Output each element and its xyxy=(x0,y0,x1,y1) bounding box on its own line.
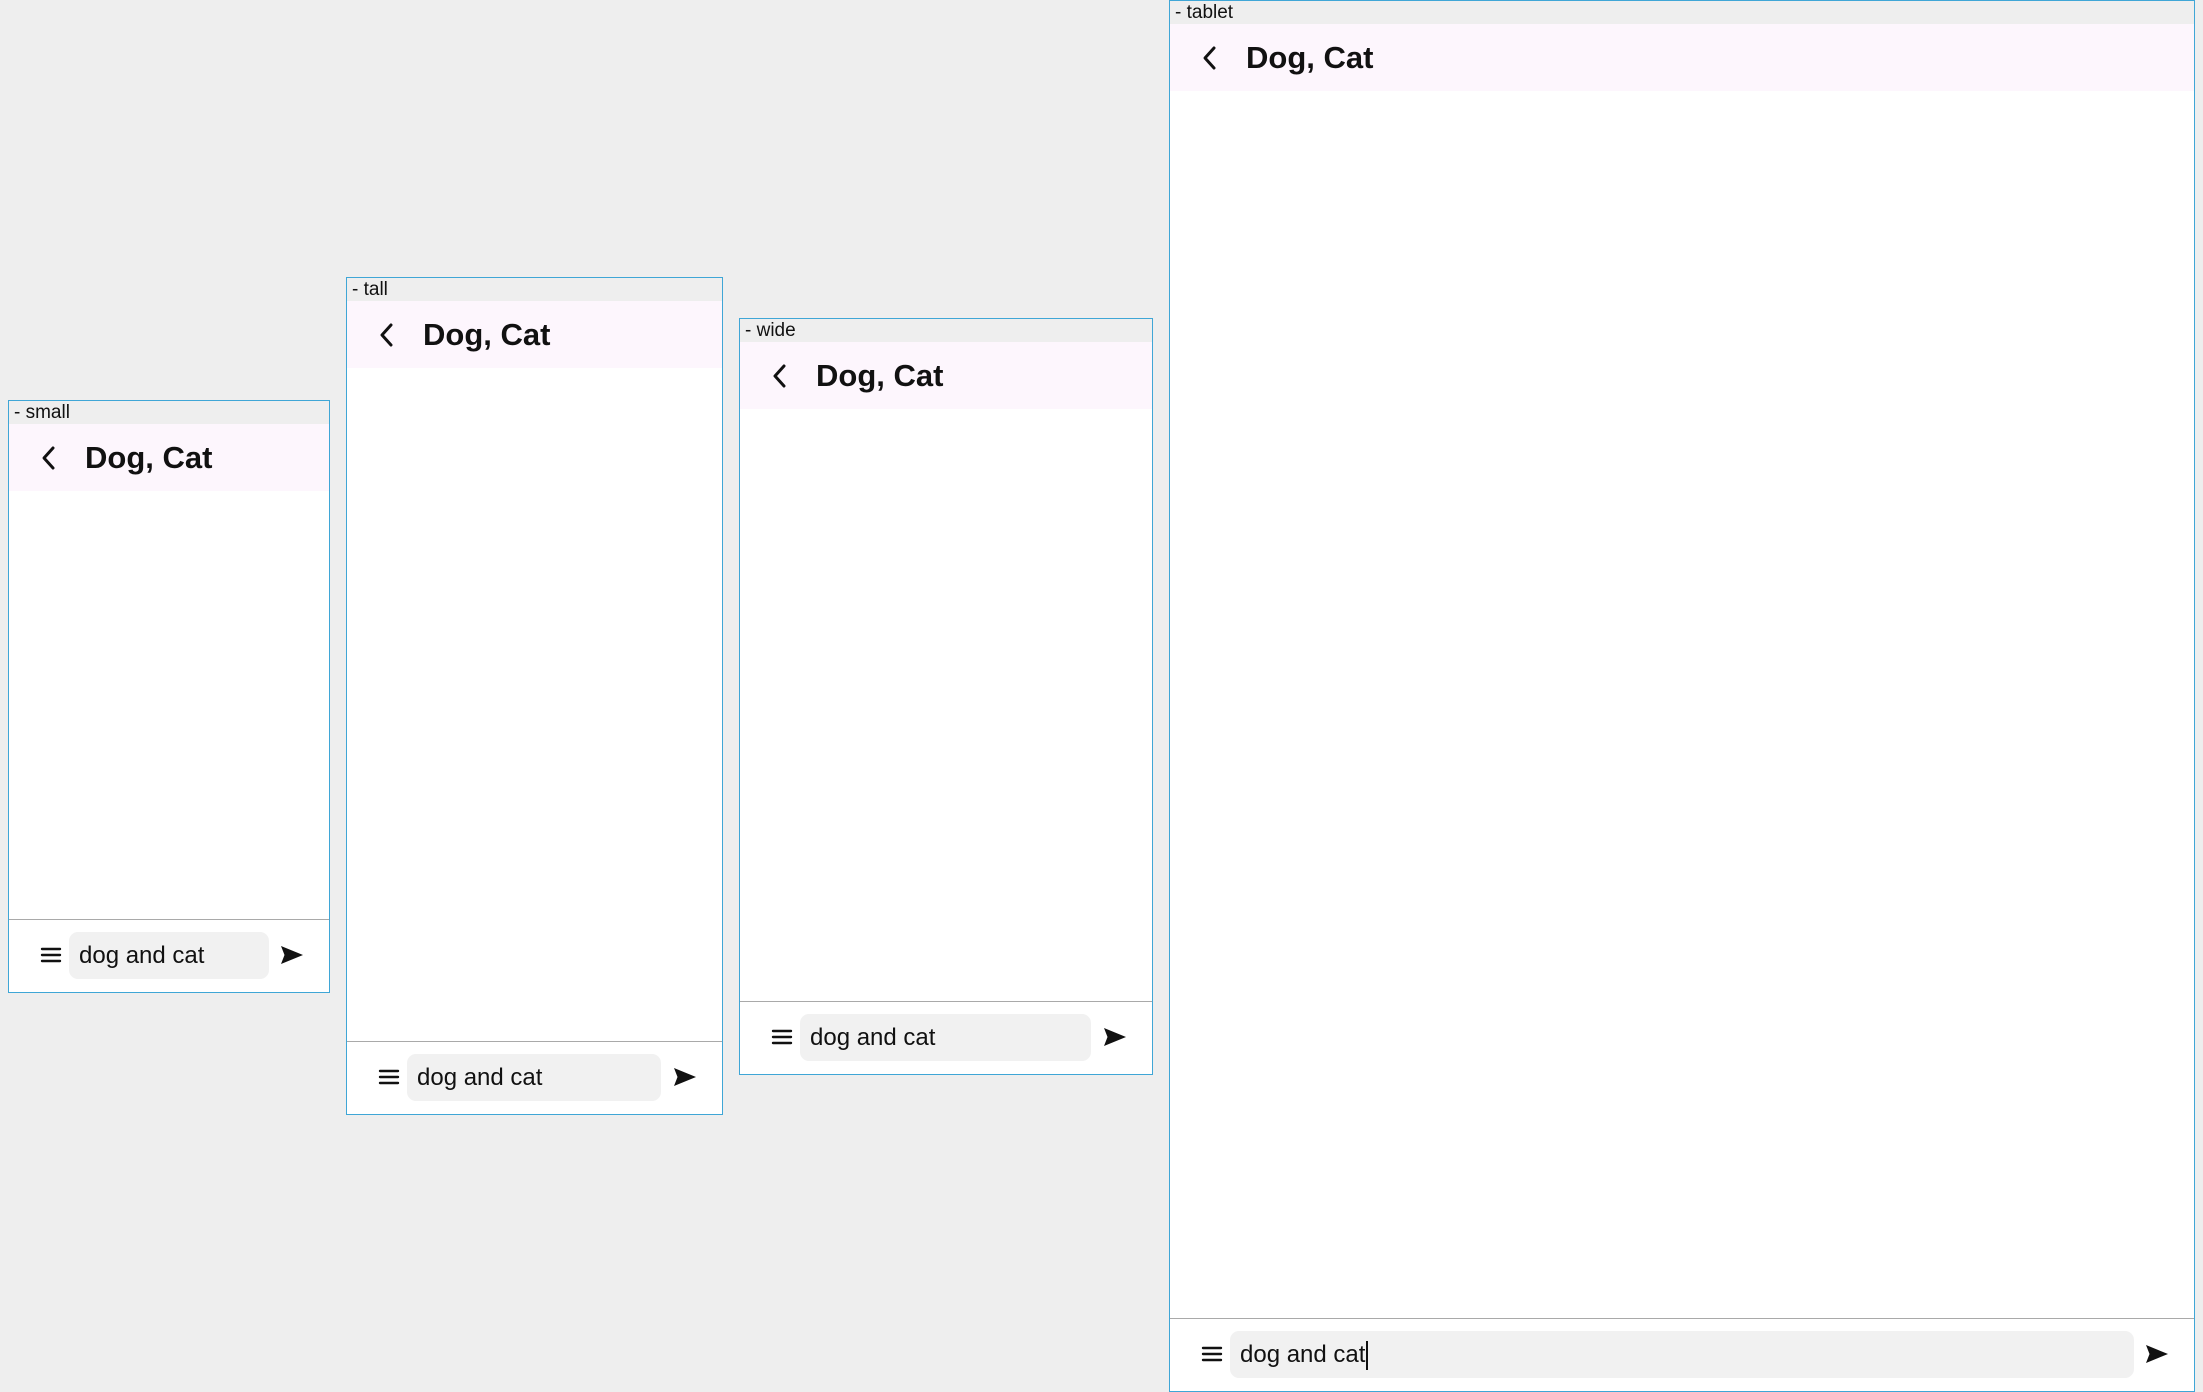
menu-icon xyxy=(1201,1346,1223,1362)
send-button[interactable] xyxy=(1096,1018,1134,1056)
message-list xyxy=(1170,91,2194,1318)
message-input[interactable]: dog and cat xyxy=(407,1054,661,1101)
send-button[interactable] xyxy=(2138,1335,2176,1373)
device-frame-tablet: - tablet Dog, Cat dog and cat xyxy=(1169,0,2195,1392)
app-bar: Dog, Cat xyxy=(9,424,329,491)
message-input-value: dog and cat xyxy=(1240,1341,1366,1368)
app-bar: Dog, Cat xyxy=(1170,24,2194,91)
device-frame-tall: - tall Dog, Cat dog and cat xyxy=(346,277,723,1115)
message-list xyxy=(347,368,722,1041)
message-input-value: dog and cat xyxy=(79,942,205,969)
back-button[interactable] xyxy=(365,313,409,357)
app-bar: Dog, Cat xyxy=(347,301,722,368)
composer-bar: dog and cat xyxy=(9,919,329,992)
message-input[interactable]: dog and cat xyxy=(1230,1331,2134,1378)
text-cursor xyxy=(1366,1341,1369,1371)
menu-icon xyxy=(378,1069,400,1085)
menu-button[interactable] xyxy=(30,934,72,976)
message-list xyxy=(740,409,1152,1001)
menu-button[interactable] xyxy=(1191,1333,1233,1375)
page-title: Dog, Cat xyxy=(423,316,551,352)
chevron-left-icon xyxy=(1203,46,1216,69)
chevron-left-icon xyxy=(380,323,393,346)
send-icon xyxy=(1104,1028,1126,1046)
message-input-value: dog and cat xyxy=(417,1064,543,1091)
composer-bar: dog and cat xyxy=(347,1041,722,1114)
device-frame-small: - small Dog, Cat dog and cat xyxy=(8,400,330,993)
menu-icon xyxy=(40,947,62,963)
menu-icon xyxy=(771,1029,793,1045)
back-button[interactable] xyxy=(27,436,71,480)
page-title: Dog, Cat xyxy=(1246,39,1374,75)
menu-button[interactable] xyxy=(368,1056,410,1098)
page-title: Dog, Cat xyxy=(85,439,213,475)
chevron-left-icon xyxy=(42,446,55,469)
composer-bar: dog and cat xyxy=(1170,1318,2194,1391)
chevron-left-icon xyxy=(773,364,786,387)
frame-label: - wide xyxy=(740,319,1152,342)
send-icon xyxy=(2146,1345,2168,1363)
send-button[interactable] xyxy=(666,1058,704,1096)
message-list xyxy=(9,491,329,919)
send-icon xyxy=(281,946,303,964)
send-button[interactable] xyxy=(273,936,311,974)
frame-label: - tablet xyxy=(1170,1,2194,24)
message-input-value: dog and cat xyxy=(810,1024,936,1051)
page-title: Dog, Cat xyxy=(816,357,944,393)
composer-bar: dog and cat xyxy=(740,1001,1152,1074)
menu-button[interactable] xyxy=(761,1016,803,1058)
message-input[interactable]: dog and cat xyxy=(69,932,269,979)
frame-label: - tall xyxy=(347,278,722,301)
device-frame-wide: - wide Dog, Cat dog and cat xyxy=(739,318,1153,1075)
back-button[interactable] xyxy=(1188,36,1232,80)
message-input[interactable]: dog and cat xyxy=(800,1014,1091,1061)
app-bar: Dog, Cat xyxy=(740,342,1152,409)
send-icon xyxy=(674,1068,696,1086)
frame-label: - small xyxy=(9,401,329,424)
back-button[interactable] xyxy=(758,354,802,398)
